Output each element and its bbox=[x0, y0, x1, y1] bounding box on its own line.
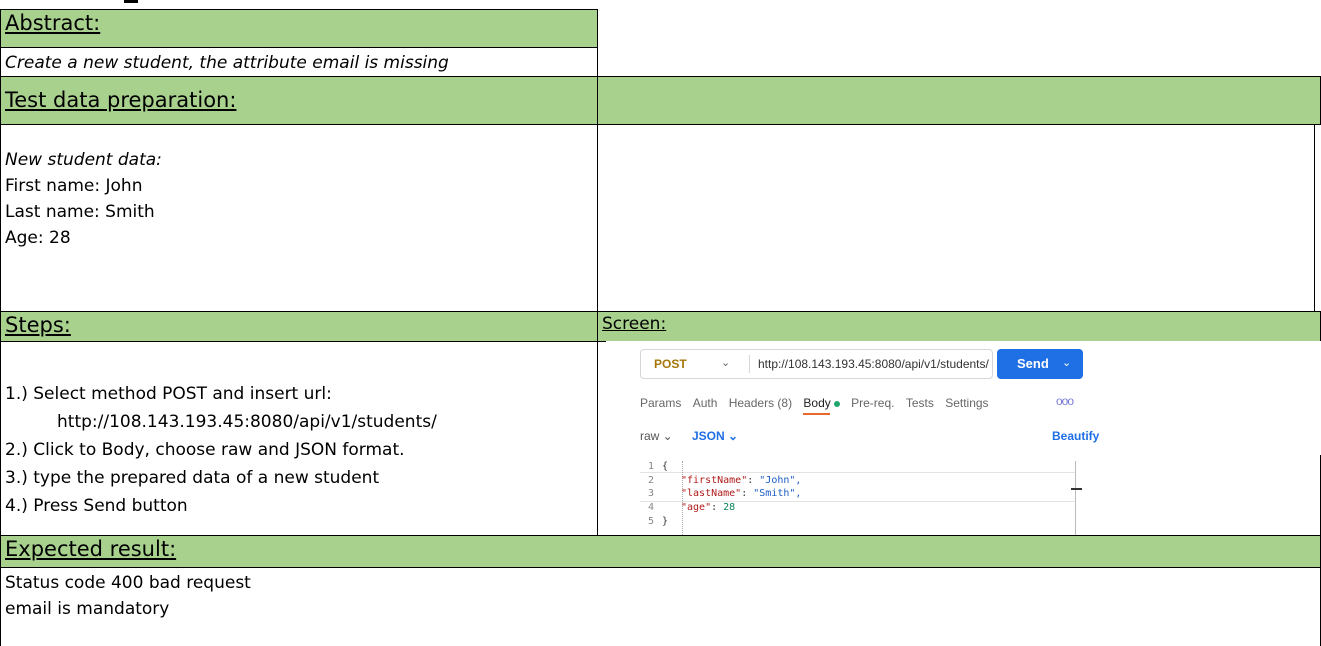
line-number: 4 bbox=[647, 502, 654, 513]
test-data-line: Age: 28 bbox=[5, 228, 71, 248]
expected-line: email is mandatory bbox=[5, 599, 170, 619]
test-case-document: Abstract: Create a new student, the attr… bbox=[0, 0, 1321, 646]
tab-auth[interactable]: Auth bbox=[693, 396, 718, 410]
code-editor[interactable]: 1 { 2 "firstName": "John", 3 "lastName":… bbox=[606, 455, 1321, 535]
expected-cell: Status code 400 bad request email is man… bbox=[0, 567, 1321, 646]
expected-header-text: Expected result: bbox=[5, 537, 177, 561]
screen-header: Screen: bbox=[597, 311, 1321, 342]
body-mode-select[interactable]: raw ⌄ bbox=[640, 429, 673, 443]
test-data-header-text: Test data preparation: bbox=[5, 88, 237, 112]
tab-params[interactable]: Params bbox=[640, 396, 681, 410]
code-text: } bbox=[662, 516, 669, 527]
send-button-label: Send bbox=[1017, 356, 1049, 371]
tab-body-label: Body bbox=[803, 396, 831, 410]
top-mark bbox=[124, 0, 138, 3]
test-data-line: First name: John bbox=[5, 176, 143, 196]
send-button[interactable]: Send ⌄ bbox=[997, 349, 1083, 379]
step-item: 4.) Press Send button bbox=[5, 496, 188, 516]
postman-screenshot: POST ⌄ http://108.143.193.45:8080/api/v1… bbox=[606, 341, 1321, 455]
step-url: http://108.143.193.45:8080/api/v1/studen… bbox=[57, 412, 437, 432]
code-value: 28 bbox=[723, 502, 736, 513]
url-bar[interactable]: POST ⌄ http://108.143.193.45:8080/api/v1… bbox=[640, 349, 993, 379]
chevron-down-icon: ⌄ bbox=[721, 357, 731, 369]
method-select[interactable]: POST bbox=[654, 357, 687, 371]
screen-header-text: Screen: bbox=[602, 314, 667, 334]
line-number: 1 bbox=[647, 461, 654, 472]
tab-pre-req[interactable]: Pre-req. bbox=[851, 396, 894, 410]
url-input[interactable]: http://108.143.193.45:8080/api/v1/studen… bbox=[758, 357, 989, 371]
code-key: "firstName" bbox=[681, 475, 748, 486]
step-item: 2.) Click to Body, choose raw and JSON f… bbox=[5, 440, 405, 460]
code-text: { bbox=[662, 461, 669, 472]
test-data-header-right bbox=[597, 76, 1321, 125]
body-format-select[interactable]: JSON ⌄ bbox=[692, 429, 738, 443]
expected-header: Expected result: bbox=[0, 535, 1321, 568]
code-value: "John", bbox=[759, 475, 802, 486]
abstract-text: Create a new student, the attribute emai… bbox=[5, 53, 449, 73]
test-data-cell: New student data: First name: John Last … bbox=[0, 124, 598, 312]
abstract-header: Abstract: bbox=[0, 9, 598, 48]
line-number: 5 bbox=[647, 516, 654, 527]
status-dot-icon bbox=[833, 400, 840, 407]
body-mode-label: raw bbox=[640, 429, 660, 443]
test-data-intro: New student data: bbox=[5, 150, 162, 170]
expected-line: Status code 400 bad request bbox=[5, 573, 251, 593]
step-item: 3.) type the prepared data of a new stud… bbox=[5, 468, 380, 488]
more-options-icon[interactable]: ooo bbox=[1056, 394, 1074, 408]
code-line: "firstName": "John", bbox=[681, 475, 802, 486]
beautify-button[interactable]: Beautify bbox=[1052, 429, 1099, 443]
code-value: "Smith", bbox=[753, 488, 802, 499]
tab-tests[interactable]: Tests bbox=[906, 396, 934, 410]
abstract-text-cell: Create a new student, the attribute emai… bbox=[0, 47, 598, 77]
line-number: 2 bbox=[647, 475, 654, 486]
abstract-header-text: Abstract: bbox=[5, 11, 101, 35]
code-key: "age" bbox=[681, 502, 712, 513]
code-key: "lastName" bbox=[681, 488, 742, 499]
chevron-down-icon: ⌄ bbox=[1062, 357, 1072, 369]
steps-header: Steps: bbox=[0, 311, 598, 342]
test-data-empty-cell bbox=[597, 124, 1315, 312]
line-number: 3 bbox=[647, 488, 654, 499]
tab-settings[interactable]: Settings bbox=[945, 396, 988, 410]
tab-body[interactable]: Body bbox=[803, 396, 840, 415]
divider bbox=[749, 355, 750, 373]
code-line: "lastName": "Smith", bbox=[681, 488, 802, 499]
step-item: 1.) Select method POST and insert url: bbox=[5, 384, 332, 404]
steps-cell: 1.) Select method POST and insert url: h… bbox=[0, 341, 598, 536]
steps-header-text: Steps: bbox=[5, 313, 71, 337]
request-tabs: Params Auth Headers (8) Body Pre-req. Te… bbox=[640, 396, 997, 415]
body-format-label: JSON bbox=[692, 429, 725, 443]
test-data-line: Last name: Smith bbox=[5, 202, 155, 222]
tab-headers[interactable]: Headers (8) bbox=[729, 396, 792, 410]
code-line: "age": 28 bbox=[681, 502, 736, 513]
